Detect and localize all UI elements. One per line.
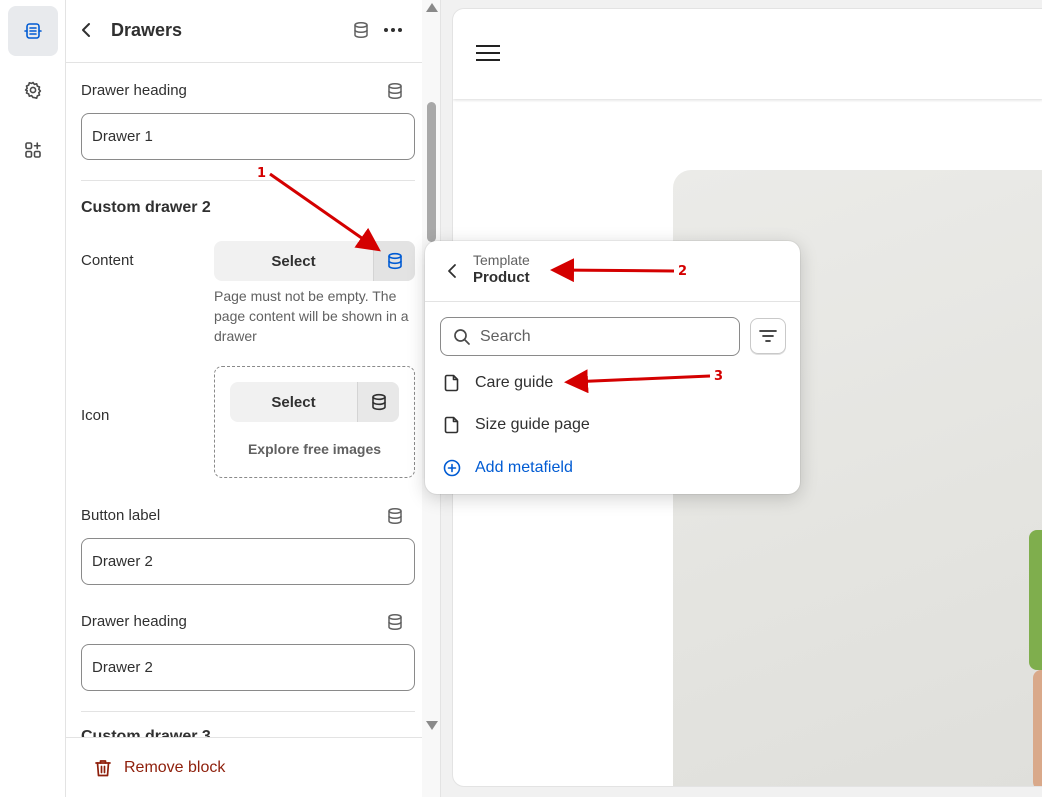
database-icon (371, 393, 386, 411)
apps-icon (25, 142, 41, 158)
theme-settings-rail-button[interactable] (8, 65, 58, 115)
search-icon (454, 328, 470, 345)
popover-search-input[interactable]: Search (440, 317, 740, 356)
icon-select-group: Select (230, 382, 399, 422)
sections-rail-button[interactable] (8, 6, 58, 56)
content-select-group: Select (214, 241, 415, 281)
popover-breadcrumb: Template (473, 252, 530, 268)
icon-dynamic-source-button[interactable] (358, 382, 399, 422)
divider (81, 711, 415, 712)
popover-list-item[interactable]: Care guide (443, 374, 553, 392)
scroll-thumb[interactable] (427, 102, 436, 242)
settings-panel: Drawers Drawer heading Drawer 1 Custom d… (66, 0, 422, 797)
page-icon (444, 416, 459, 434)
drawer-heading-1-input[interactable]: Drawer 1 (81, 113, 415, 160)
panel-footer: Remove block (66, 737, 422, 797)
section-title: Custom drawer 2 (81, 199, 211, 216)
content-dynamic-source-button[interactable] (374, 241, 415, 281)
filter-button[interactable] (750, 318, 786, 354)
panel-header: Drawers (66, 0, 422, 63)
drawer-heading-1-label: Drawer heading (81, 82, 187, 99)
content-select-button[interactable]: Select (214, 241, 374, 281)
button-label-input[interactable]: Drawer 2 (81, 538, 415, 585)
add-metafield-button[interactable]: Add metafield (443, 459, 573, 477)
list-item-label: Size guide page (475, 416, 590, 433)
next-section-title: Custom drawer 3 (81, 729, 211, 737)
icon-image-picker: Select Explore free images (214, 366, 415, 478)
icon-rail (0, 0, 66, 797)
button-label-label: Button label (81, 507, 161, 524)
more-actions-button[interactable] (382, 19, 404, 41)
plus-circle-icon (443, 459, 461, 477)
more-horizontal-icon (384, 28, 402, 32)
database-icon[interactable] (386, 613, 404, 631)
add-metafield-label: Add metafield (475, 459, 573, 476)
filter-icon (759, 330, 777, 342)
icon-label: Icon (81, 407, 110, 424)
apps-rail-button[interactable] (8, 125, 58, 175)
panel-title: Drawers (111, 20, 183, 40)
content-label: Content (81, 252, 134, 269)
search-placeholder: Search (480, 327, 531, 345)
drawer-heading-2-label: Drawer heading (81, 613, 187, 630)
popover-title: Product (473, 269, 530, 286)
divider (81, 180, 415, 181)
database-icon (387, 252, 402, 270)
page-icon (444, 374, 459, 392)
database-icon[interactable] (352, 21, 370, 39)
drawer-heading-2-input[interactable]: Drawer 2 (81, 644, 415, 691)
dynamic-source-popover: Template Product Search Care guide Size … (425, 241, 800, 494)
remove-block-button[interactable]: Remove block (94, 758, 225, 778)
content-help-text: Page must not be empty. The page content… (214, 288, 409, 344)
chevron-left-icon (82, 23, 90, 37)
hamburger-menu-icon[interactable] (475, 44, 501, 64)
icon-select-button[interactable]: Select (230, 382, 358, 422)
sections-icon (24, 23, 42, 39)
scroll-up-arrow-icon[interactable] (426, 3, 438, 12)
chevron-left-icon[interactable] (445, 263, 459, 279)
preview-header (453, 9, 1042, 99)
popover-list-item[interactable]: Size guide page (443, 416, 590, 434)
database-icon[interactable] (386, 507, 404, 525)
scroll-down-arrow-icon[interactable] (426, 721, 438, 730)
explore-free-images-link[interactable]: Explore free images (215, 441, 414, 457)
model-sweater-fragment (1029, 530, 1042, 670)
popover-header: Template Product (425, 241, 800, 302)
list-item-label: Care guide (475, 374, 554, 391)
model-arm-fragment (1033, 670, 1042, 786)
back-button[interactable] (80, 20, 98, 40)
gear-icon (24, 81, 42, 99)
database-icon[interactable] (386, 82, 404, 100)
remove-block-label: Remove block (124, 759, 226, 776)
trash-icon (95, 760, 111, 777)
